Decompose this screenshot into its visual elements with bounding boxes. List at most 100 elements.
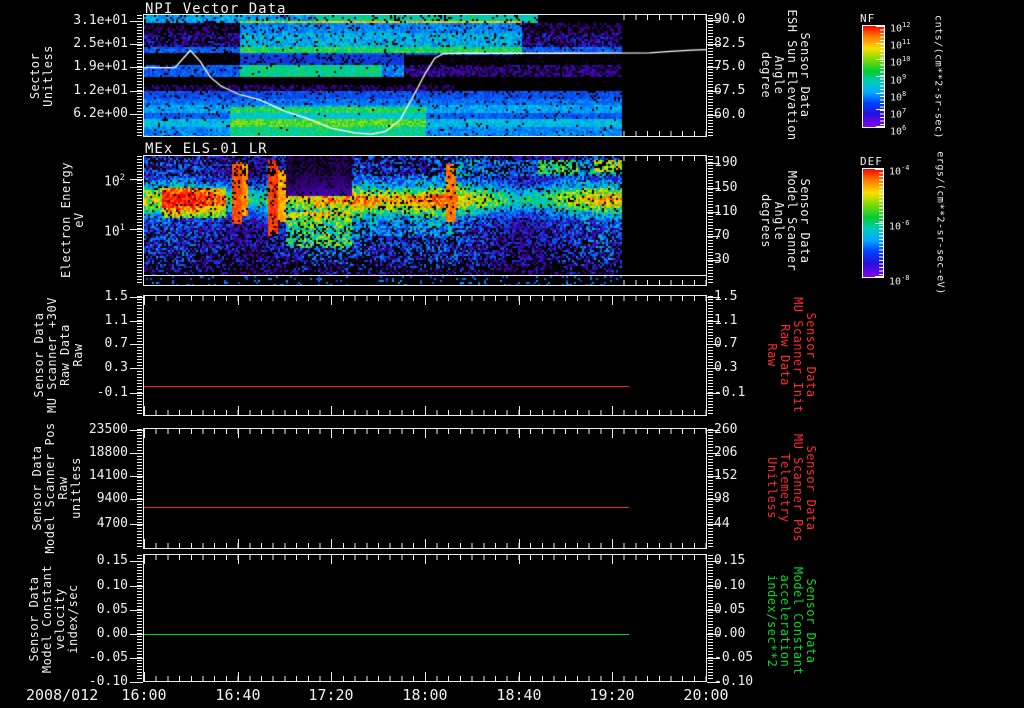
panel-3-left-tick-comb xyxy=(137,296,142,415)
colorbar-tick-label-text: 10 xyxy=(889,166,901,177)
x-axis-tick xyxy=(331,555,332,564)
x-axis-tick xyxy=(612,406,613,415)
y-axis-tick xyxy=(130,67,143,68)
panel-3-data-line xyxy=(144,386,629,387)
x-axis-tick xyxy=(331,406,332,415)
colorbar-major-tick xyxy=(875,169,883,170)
colorbar-tick-label-text: 10 xyxy=(890,92,902,103)
panel-1-left-tick-comb xyxy=(137,15,142,136)
x-tick-label: 18:00 xyxy=(391,687,459,703)
y-axis-tick xyxy=(130,21,143,22)
colorbar-tick-label-text: 10 xyxy=(890,40,902,51)
colorbar-tick-label: 108 xyxy=(890,88,906,100)
colorbar-tick-label-text: 8 xyxy=(902,90,906,98)
colorbar-tick-label-text: -4 xyxy=(901,164,909,172)
colorbar-tick-label: 106 xyxy=(890,122,906,134)
y-tick-label: 6.2e+00 xyxy=(58,107,128,121)
y-tick-label-text: 1 xyxy=(120,223,125,233)
colorbar-major-tick xyxy=(876,43,884,44)
y-tick-label-text: 10 xyxy=(104,224,120,239)
y-tick-label: 102 xyxy=(104,171,125,185)
x-axis-tick xyxy=(425,539,426,548)
colorbar-tick-label-text: -6 xyxy=(901,219,909,227)
y-tick-label: 190 xyxy=(714,156,778,170)
y-axis-tick xyxy=(130,393,143,394)
colorbar-major-tick xyxy=(876,126,884,127)
colorbar-major-tick xyxy=(876,26,884,27)
y-axis-tick xyxy=(130,114,143,115)
x-tick-label: 17:20 xyxy=(297,687,365,703)
x-axis-tick xyxy=(144,406,145,415)
x-axis-tick xyxy=(425,296,426,305)
x-axis-tick xyxy=(612,296,613,305)
y-axis-tick xyxy=(130,91,143,92)
panel-5-left-axis-label: Sensor Data Model Constant velocity inde… xyxy=(28,565,80,673)
x-tick-label: 19:20 xyxy=(578,687,646,703)
panel-2-heatmap-canvas xyxy=(144,156,706,285)
colorbar-tick-label: 1010 xyxy=(890,53,910,65)
x-tick-label: 16:00 xyxy=(110,687,178,703)
colorbar-major-tick xyxy=(876,76,884,77)
panel-5-frame xyxy=(143,554,707,682)
figure-root: 2008/012 3.1e+012.5e+011.9e+011.2e+016.2… xyxy=(0,0,1024,708)
x-axis-tick xyxy=(238,406,239,415)
colorbar-tick-label-text: 10 xyxy=(890,75,902,86)
y-tick-label-text: 10 xyxy=(104,174,120,189)
panel-5-right-tick-comb xyxy=(708,555,713,681)
x-axis-tick xyxy=(425,555,426,564)
x-axis-tick xyxy=(331,672,332,681)
colorbar-major-tick xyxy=(876,59,884,60)
colorbar-def xyxy=(862,168,884,278)
y-axis-tick xyxy=(130,499,143,500)
y-axis-tick xyxy=(130,561,143,562)
x-tick-label: 20:00 xyxy=(672,687,740,703)
panel-4-right-axis-label: Sensor Data MU Scanner Pos Telemetry Uni… xyxy=(765,434,817,542)
x-axis-tick xyxy=(144,429,145,438)
x-axis-tick xyxy=(425,429,426,438)
y-axis-tick xyxy=(130,524,143,525)
y-axis-tick xyxy=(130,44,143,45)
panel-2-title: MEx ELS-01 LR xyxy=(145,141,268,157)
y-tick-label: 1.9e+01 xyxy=(58,60,128,74)
panel-1-right-axis-label: Sensor Data ESH Sun Elevation Angle degr… xyxy=(759,9,811,140)
colorbar-tick-label: 1011 xyxy=(890,36,910,48)
x-axis-tick xyxy=(706,406,707,415)
x-axis-tick xyxy=(238,672,239,681)
colorbar-tick-label: 109 xyxy=(890,71,906,83)
colorbar-tick-label-text: -8 xyxy=(901,274,909,282)
colorbar-tick-label: 10-8 xyxy=(889,272,909,284)
x-axis-tick xyxy=(238,555,239,564)
x-axis-tick xyxy=(519,555,520,564)
colorbar-tick-label-text: 10 xyxy=(889,221,901,232)
x-axis-tick xyxy=(519,539,520,548)
x-axis-tick xyxy=(519,429,520,438)
colorbar-tick-label-text: 10 xyxy=(889,276,901,287)
y-tick-label: 2.5e+01 xyxy=(58,37,128,51)
panel-2-right-axis-label: Sensor Data Model Scanner Angle degrees xyxy=(759,171,811,271)
y-axis-tick xyxy=(130,321,143,322)
y-axis-tick xyxy=(130,610,143,611)
x-axis-tick xyxy=(144,672,145,681)
colorbar-tick-label: 10-4 xyxy=(889,162,909,174)
colorbar-tick-label-text: 7 xyxy=(902,107,906,115)
y-axis-tick xyxy=(130,430,143,431)
colorbar-tick-label-text: 9 xyxy=(902,73,906,81)
panel-1-right-tick-comb xyxy=(708,15,713,136)
colorbar-tick-label-text: 6 xyxy=(902,124,906,132)
x-axis-tick xyxy=(706,127,707,136)
colorbar-def-title: DEF xyxy=(860,155,883,168)
panel-1-heatmap-canvas xyxy=(144,15,706,136)
x-axis-tick xyxy=(519,406,520,415)
x-axis-tick xyxy=(144,555,145,564)
y-tick-label: 101 xyxy=(104,221,125,235)
x-axis-tick xyxy=(612,555,613,564)
date-label: 2008/012 xyxy=(26,687,112,703)
panel-2-left-tick-comb xyxy=(137,156,142,285)
y-tick-label: 1.2e+01 xyxy=(58,84,128,98)
x-axis-tick xyxy=(706,672,707,681)
x-tick-label: 18:40 xyxy=(485,687,553,703)
x-axis-tick xyxy=(238,429,239,438)
x-axis-tick xyxy=(519,296,520,305)
x-axis-tick xyxy=(331,296,332,305)
colorbar-tick-label: 107 xyxy=(890,105,906,117)
